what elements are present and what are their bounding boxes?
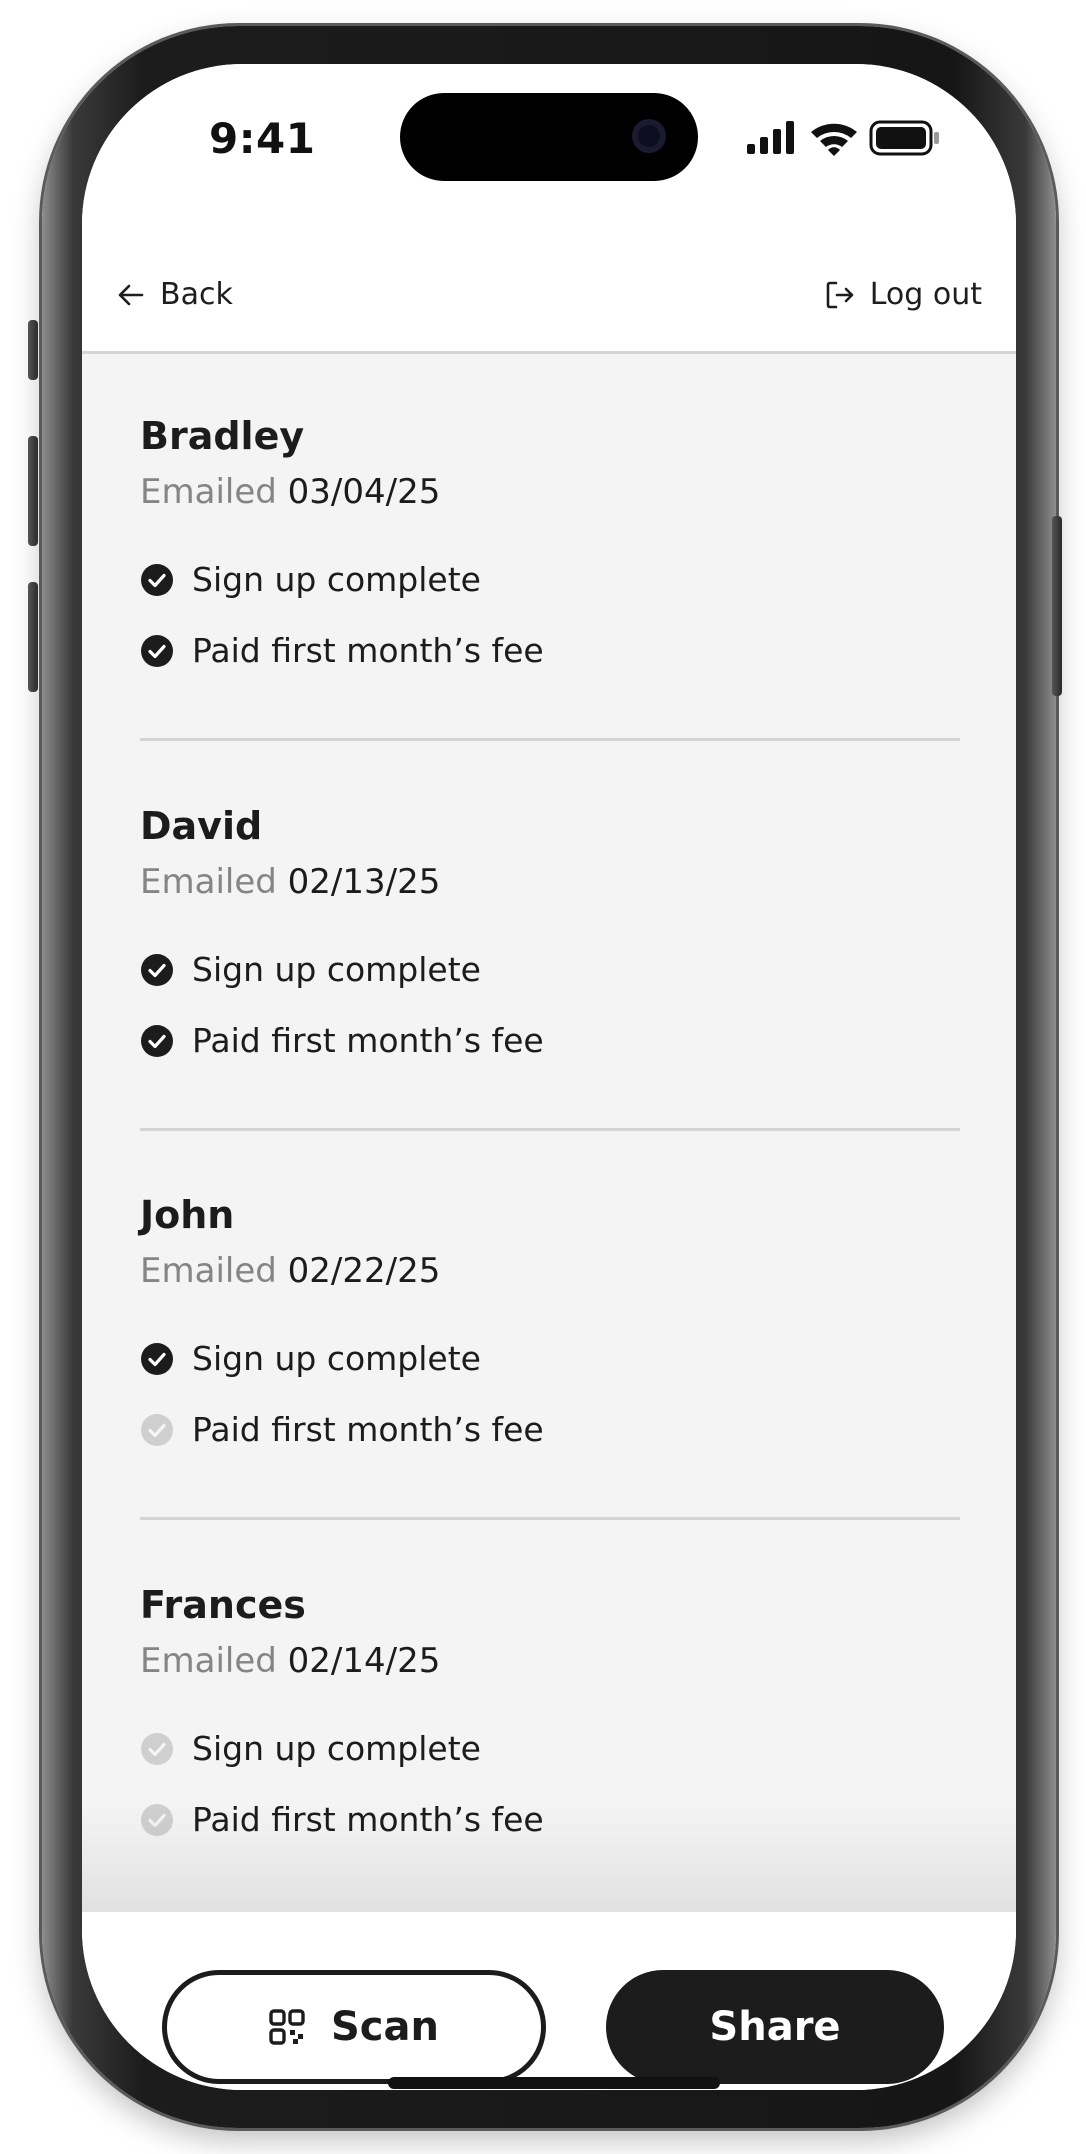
- status-icons: [747, 120, 939, 156]
- logout-label: Log out: [869, 277, 982, 312]
- checklist-label: Sign up complete: [192, 560, 481, 599]
- status-time: 9:41: [209, 114, 316, 163]
- checklist-item: Sign up complete: [140, 1339, 481, 1378]
- battery-icon: [869, 120, 939, 156]
- contact-list[interactable]: Bradley Emailed 03/04/25 Sign up complet…: [82, 354, 1016, 1912]
- action-button: [28, 320, 38, 380]
- divider: [140, 1128, 960, 1131]
- scan-button[interactable]: Scan: [162, 1970, 546, 2084]
- contact-card: Bradley Emailed 03/04/25 Sign up complet…: [140, 414, 960, 674]
- log-out-icon: [826, 281, 854, 308]
- share-button[interactable]: Share: [606, 1970, 944, 2084]
- volume-up-button: [28, 436, 38, 546]
- contact-card: Frances Emailed 02/14/25 Sign up complet…: [140, 1583, 960, 1843]
- camera-icon: [632, 119, 666, 153]
- contact-name: Frances: [140, 1583, 306, 1627]
- home-indicator[interactable]: [388, 2077, 720, 2089]
- check-circle-icon: [141, 563, 173, 596]
- emailed-label: Emailed: [140, 1641, 277, 1681]
- emailed-label: Emailed: [140, 862, 277, 902]
- contact-name: Bradley: [140, 414, 305, 458]
- emailed-label: Emailed: [140, 1251, 277, 1291]
- checklist-label: Sign up complete: [192, 1729, 481, 1768]
- checklist-label: Paid first month’s fee: [192, 1410, 544, 1449]
- back-button[interactable]: Back: [116, 277, 233, 312]
- checklist-label: Paid first month’s fee: [192, 631, 544, 670]
- emailed-date: 02/14/25: [287, 1641, 441, 1681]
- bottom-action-bar: Scan Share: [82, 1912, 1016, 2090]
- contact-name: John: [140, 1193, 235, 1237]
- emailed-row: Emailed 02/22/25: [140, 1251, 440, 1291]
- divider: [140, 738, 960, 741]
- check-circle-icon: [141, 1342, 173, 1375]
- checklist-label: Sign up complete: [192, 950, 481, 989]
- check-circle-pending-icon: [141, 1803, 173, 1836]
- checklist-label: Paid first month’s fee: [192, 1800, 544, 1839]
- checklist-item: Sign up complete: [140, 950, 481, 989]
- emailed-row: Emailed 02/13/25: [140, 862, 440, 902]
- check-circle-pending-icon: [141, 1732, 173, 1765]
- share-label: Share: [709, 2004, 841, 2050]
- nav-bar: Back Log out: [82, 214, 1016, 354]
- divider: [140, 1517, 960, 1520]
- logout-button[interactable]: Log out: [824, 277, 982, 312]
- checklist-item: Paid first month’s fee: [140, 631, 544, 670]
- checklist-item: Paid first month’s fee: [140, 1410, 544, 1449]
- volume-down-button: [28, 582, 38, 692]
- emailed-label: Emailed: [140, 472, 277, 512]
- checklist-item: Sign up complete: [140, 1729, 481, 1768]
- phone-screen: 9:41 Back Log out Bradley Emailed 03/04/…: [82, 64, 1016, 2090]
- status-bar: 9:41: [82, 64, 1016, 214]
- checklist-label: Paid first month’s fee: [192, 1021, 544, 1060]
- check-circle-icon: [141, 634, 173, 667]
- scan-label: Scan: [331, 2004, 439, 2050]
- contact-name: David: [140, 804, 263, 848]
- qr-code-icon: [269, 2009, 305, 2045]
- emailed-date: 03/04/25: [287, 472, 441, 512]
- checklist-item: Paid first month’s fee: [140, 1021, 544, 1060]
- wifi-icon: [811, 123, 857, 156]
- contact-card: John Emailed 02/22/25 Sign up complete P…: [140, 1193, 960, 1453]
- back-label: Back: [160, 277, 233, 312]
- dynamic-island: [400, 93, 698, 181]
- power-button: [1052, 516, 1062, 696]
- check-circle-icon: [141, 953, 173, 986]
- arrow-left-icon: [118, 284, 144, 305]
- checklist-item: Paid first month’s fee: [140, 1800, 544, 1839]
- cellular-signal-icon: [747, 121, 794, 154]
- checklist-item: Sign up complete: [140, 560, 481, 599]
- check-circle-icon: [141, 1024, 173, 1057]
- checklist-label: Sign up complete: [192, 1339, 481, 1378]
- check-circle-pending-icon: [141, 1413, 173, 1446]
- emailed-date: 02/13/25: [287, 862, 441, 902]
- emailed-date: 02/22/25: [287, 1251, 441, 1291]
- contact-card: David Emailed 02/13/25 Sign up complete …: [140, 804, 960, 1064]
- emailed-row: Emailed 03/04/25: [140, 472, 440, 512]
- emailed-row: Emailed 02/14/25: [140, 1641, 440, 1681]
